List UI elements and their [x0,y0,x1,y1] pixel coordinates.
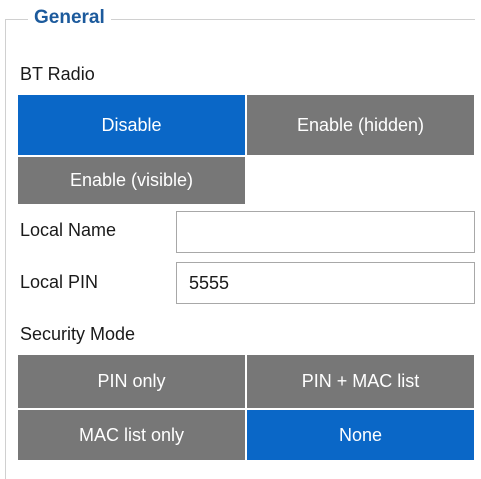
local-name-input[interactable] [176,211,475,253]
bt-radio-disable-button[interactable]: Disable [18,95,245,155]
security-mac-list-only-button[interactable]: MAC list only [18,410,245,460]
bt-radio-label: BT Radio [20,64,95,84]
security-none-button[interactable]: None [247,410,474,460]
local-name-label: Local Name [20,220,117,240]
general-group-title: General [28,6,111,30]
local-pin-label: Local PIN [20,272,99,292]
security-pin-mac-list-button[interactable]: PIN + MAC list [247,355,474,408]
local-pin-input[interactable] [176,262,475,304]
security-mode-label: Security Mode [20,324,136,344]
bt-radio-enable-visible-button[interactable]: Enable (visible) [18,157,245,204]
bt-radio-enable-hidden-button[interactable]: Enable (hidden) [247,95,474,155]
security-pin-only-button[interactable]: PIN only [18,355,245,408]
